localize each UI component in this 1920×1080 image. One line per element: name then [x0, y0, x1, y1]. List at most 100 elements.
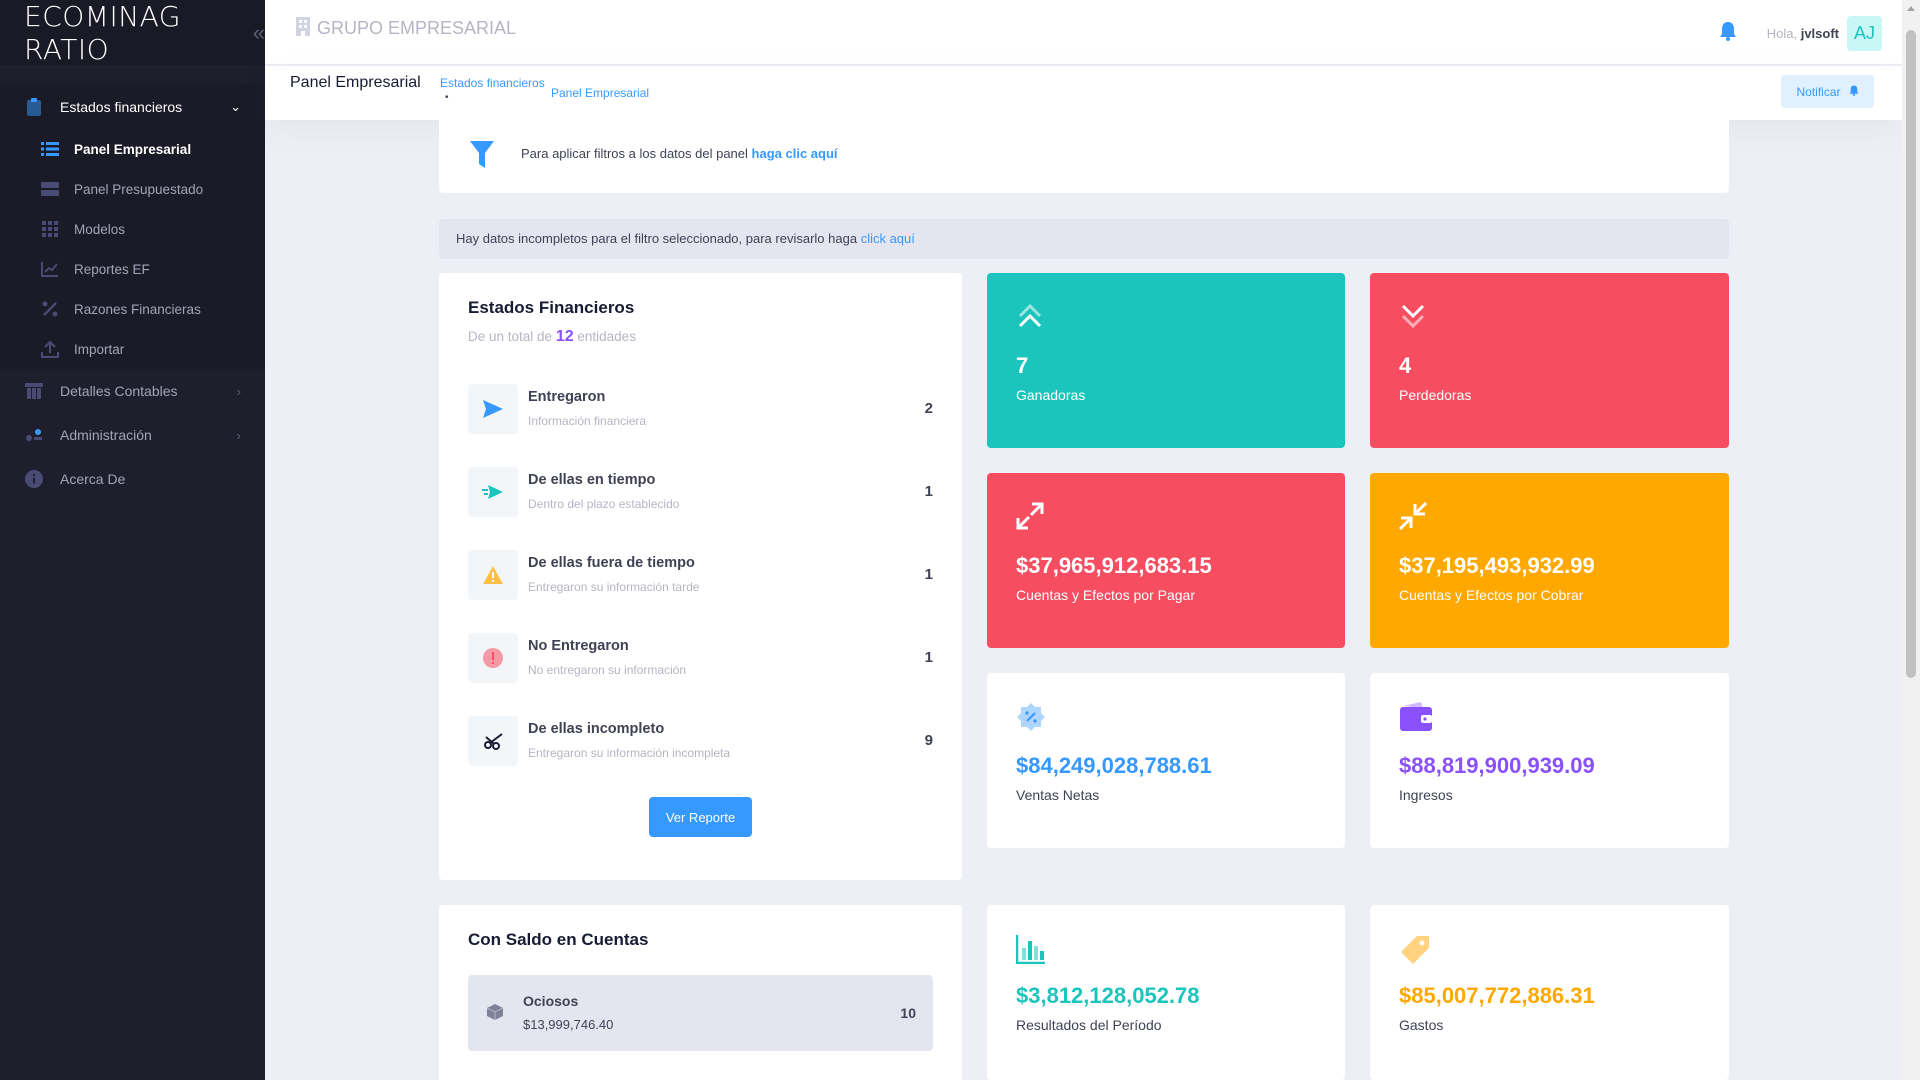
stat-resultados-periodo[interactable]: $3,812,128,052.78 Resultados del Período	[987, 905, 1345, 1080]
top-header: GRUPO EMPRESARIAL Hola, jvlsoft AJ	[265, 0, 1902, 65]
breadcrumb-estados-financieros[interactable]: Estados financieros	[440, 76, 545, 90]
sidebar-item-detalles-contables[interactable]: Detalles Contables ›	[0, 369, 265, 413]
sidebar-item-importar[interactable]: Importar	[0, 329, 265, 369]
row-subtitle: Entregaron su información incompleta	[528, 746, 731, 760]
bell-icon	[1849, 85, 1859, 99]
brand-logo[interactable]: ECOMINAG RATIO	[24, 0, 249, 66]
sidebar-item-label: Reportes EF	[74, 261, 150, 277]
stat-value: $85,007,772,886.31	[1399, 983, 1595, 1008]
estados-financieros-card: Estados Financieros De un total de 12 en…	[439, 273, 962, 880]
row-subtitle: Información financiera	[528, 414, 647, 428]
row-title: Ociosos	[523, 993, 579, 1009]
grid-icon	[40, 220, 60, 238]
stat-perdedoras[interactable]: 4 Perdedoras	[1370, 273, 1729, 448]
list-item[interactable]: De ellas fuera de tiempo Entregaron su i…	[468, 550, 933, 600]
list-item[interactable]: De ellas incompleto Entregaron su inform…	[468, 716, 933, 766]
stat-label: Ingresos	[1399, 787, 1453, 803]
row-value: 1	[924, 566, 933, 583]
sidebar-menu: Estados financieros ⌄ Panel Empresarial …	[0, 65, 265, 501]
brand: ECOMINAG RATIO «	[0, 0, 265, 66]
row-value: 2	[924, 400, 933, 417]
breadcrumb-panel-empresarial[interactable]: Panel Empresarial	[551, 86, 649, 100]
row-title: De ellas fuera de tiempo	[528, 555, 695, 571]
stat-label: Cuentas y Efectos por Cobrar	[1399, 587, 1584, 603]
stat-label: Ventas Netas	[1016, 787, 1100, 803]
sidebar-item-label: Panel Presupuestado	[74, 181, 204, 197]
scroll-up-arrow-icon[interactable]	[1907, 6, 1915, 11]
sidebar-item-panel-presupuestado[interactable]: Panel Presupuestado	[0, 169, 265, 209]
clipboard-icon	[24, 97, 44, 117]
chevron-right-icon: ›	[236, 383, 241, 399]
row-title: Entregaron	[528, 389, 606, 405]
stat-label: Resultados del Período	[1016, 1017, 1162, 1033]
chevron-right-icon: ›	[236, 427, 241, 443]
chart-line-icon	[40, 260, 60, 278]
stat-value: $88,819,900,939.09	[1399, 753, 1595, 778]
info-icon	[24, 469, 44, 489]
list-item[interactable]: Entregaron Información financiera 2	[468, 384, 933, 434]
page-scrollbar[interactable]	[1902, 0, 1920, 1080]
bell-icon[interactable]	[1719, 21, 1737, 46]
alert-text: Hay datos incompletos para el filtro sel…	[456, 231, 858, 246]
sidebar-item-label: Importar	[74, 341, 125, 357]
entity-total: 12	[555, 328, 574, 345]
filter-card: Para aplicar filtros a los datos del pan…	[439, 118, 1729, 193]
send-icon	[468, 384, 518, 434]
stat-ventas-netas[interactable]: $84,249,028,788.61 Ventas Netas	[987, 673, 1345, 848]
row-value: 10	[900, 1005, 916, 1021]
subheader: Panel Empresarial Estados financieros • …	[265, 66, 1902, 120]
sidebar-item-panel-empresarial[interactable]: Panel Empresarial	[0, 129, 265, 169]
card-title: Estados Financieros	[468, 298, 635, 317]
stat-value: $37,195,493,932.99	[1399, 553, 1595, 578]
sidebar-item-reportes-ef[interactable]: Reportes EF	[0, 249, 265, 289]
row-value: 9	[924, 732, 933, 749]
stat-ingresos[interactable]: $88,819,900,939.09 Ingresos	[1370, 673, 1729, 848]
send-fast-icon	[468, 467, 518, 517]
cut-icon	[468, 716, 518, 766]
double-chevron-down-icon	[1399, 302, 1427, 335]
sidebar-item-label: Acerca De	[60, 471, 126, 487]
row-subtitle: Entregaron su información tarde	[528, 580, 700, 594]
ver-reporte-button[interactable]: Ver Reporte	[649, 797, 752, 837]
stat-label: Perdedoras	[1399, 387, 1472, 403]
box-icon	[486, 1003, 504, 1026]
alert-link[interactable]: click aquí	[861, 231, 915, 246]
row-subtitle: No entregaron su información	[528, 663, 687, 677]
scroll-thumb[interactable]	[1906, 30, 1916, 678]
chevron-down-icon: ⌄	[230, 99, 241, 114]
notify-button[interactable]: Notificar	[1781, 75, 1874, 108]
sidebar-item-razones-financieras[interactable]: Razones Financieras	[0, 289, 265, 329]
row-subtitle: Dentro del plazo establecido	[528, 497, 680, 511]
stat-label: Cuentas y Efectos por Pagar	[1016, 587, 1195, 603]
stat-ganadoras[interactable]: 7 Ganadoras	[987, 273, 1345, 448]
discount-badge-icon	[1016, 702, 1046, 737]
sidebar-item-label: Razones Financieras	[74, 301, 201, 317]
sidebar-item-label: Detalles Contables	[60, 383, 178, 399]
sidebar-item-modelos[interactable]: Modelos	[0, 209, 265, 249]
double-chevron-left-icon[interactable]: «	[253, 20, 265, 46]
stat-value: 7	[1016, 353, 1029, 378]
double-chevron-up-icon	[1016, 302, 1044, 335]
sidebar-item-label: Modelos	[74, 221, 126, 237]
stat-cuentas-por-pagar[interactable]: $37,965,912,683.15 Cuentas y Efectos por…	[987, 473, 1345, 648]
avatar[interactable]: AJ	[1847, 16, 1882, 51]
percent-icon	[40, 300, 60, 318]
stat-label: Ganadoras	[1016, 387, 1086, 403]
funnel-icon	[469, 140, 495, 175]
sidebar-item-label: Estados financieros	[60, 99, 183, 115]
list-item[interactable]: De ellas en tiempo Dentro del plazo esta…	[468, 467, 933, 517]
sidebar-item-acerca-de[interactable]: Acerca De	[0, 457, 265, 501]
layers-icon	[40, 180, 60, 198]
saldo-cuentas-card: Con Saldo en Cuentas Ociosos $13,999,746…	[439, 905, 962, 1080]
user-greeting[interactable]: Hola, jvlsoft	[1767, 26, 1839, 41]
sidebar-item-label: Panel Empresarial	[74, 141, 192, 157]
sidebar-item-estados-financieros[interactable]: Estados financieros ⌄	[0, 85, 265, 129]
filter-link[interactable]: haga clic aquí	[752, 146, 838, 161]
stat-cuentas-por-cobrar[interactable]: $37,195,493,932.99 Cuentas y Efectos por…	[1370, 473, 1729, 648]
sidebar-item-administracion[interactable]: Administración ›	[0, 413, 265, 457]
warning-icon	[468, 550, 518, 600]
stat-gastos[interactable]: $85,007,772,886.31 Gastos	[1370, 905, 1729, 1080]
list-item[interactable]: No Entregaron No entregaron su informaci…	[468, 633, 933, 683]
card-subtitle: De un total de 12 entidades	[468, 328, 636, 345]
list-item[interactable]: Ociosos $13,999,746.40 10	[468, 975, 933, 1051]
